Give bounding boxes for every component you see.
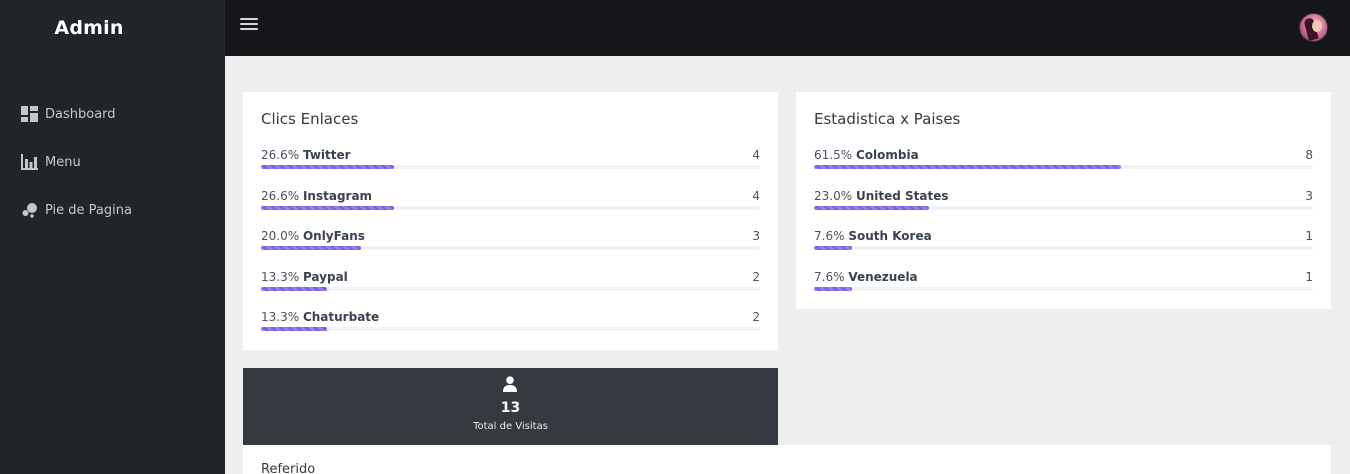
- progress-bar: [814, 165, 1121, 169]
- row-count: 1: [1305, 229, 1313, 243]
- progress-track: [261, 206, 760, 210]
- progress-track: [261, 246, 760, 250]
- row-name: South Korea: [848, 229, 932, 243]
- row-percent: 13.3%: [261, 310, 300, 324]
- progress-bar: [261, 165, 394, 169]
- user-avatar[interactable]: [1299, 13, 1328, 42]
- row-name: Twitter: [302, 148, 351, 162]
- total-visits-value: 13: [500, 400, 521, 416]
- progress-track: [261, 165, 760, 169]
- row-name: Instagram: [302, 189, 373, 203]
- card-title: Referido: [261, 462, 316, 474]
- row-label: 61.5% Colombia: [814, 148, 919, 162]
- total-visits-label: Total de Visitas: [473, 421, 548, 432]
- top-navbar: [225, 0, 1350, 56]
- card-title: Clics Enlaces: [261, 110, 359, 128]
- row-name: Colombia: [855, 148, 919, 162]
- bar-chart-icon: [20, 153, 38, 171]
- row-percent: 13.3%: [261, 270, 300, 284]
- referido-card: Referido: [243, 445, 1331, 474]
- row-name: Paypal: [302, 270, 348, 284]
- sidebar-item-menu[interactable]: Menu: [0, 138, 225, 186]
- row-percent: 23.0%: [814, 189, 853, 203]
- row-percent: 20.0%: [261, 229, 300, 243]
- progress-track: [814, 165, 1313, 169]
- progress-row: 13.3% Paypal 2: [261, 270, 760, 296]
- hamburger-icon[interactable]: [240, 18, 258, 34]
- row-name: Venezuela: [848, 270, 918, 284]
- row-percent: 26.6%: [261, 189, 300, 203]
- progress-bar: [261, 246, 361, 250]
- bubbles-icon: [20, 201, 38, 219]
- row-name: Chaturbate: [302, 310, 380, 324]
- estadistica-paises-card: Estadistica x Paises 61.5% Colombia 8 23…: [796, 92, 1331, 309]
- progress-row: 26.6% Twitter 4: [261, 148, 760, 174]
- progress-row: 13.3% Chaturbate 2: [261, 310, 760, 336]
- row-count: 2: [752, 310, 760, 324]
- dashboard-icon: [20, 105, 38, 123]
- row-count: 4: [752, 148, 760, 162]
- row-label: 26.6% Twitter: [261, 148, 351, 162]
- card-title: Estadistica x Paises: [814, 110, 961, 128]
- row-count: 4: [752, 189, 760, 203]
- progress-row: 20.0% OnlyFans 3: [261, 229, 760, 255]
- row-label: 13.3% Paypal: [261, 270, 348, 284]
- row-name: OnlyFans: [302, 229, 365, 243]
- progress-track: [814, 246, 1313, 250]
- row-percent: 26.6%: [261, 148, 300, 162]
- progress-track: [261, 327, 760, 331]
- row-percent: 7.6%: [814, 229, 845, 243]
- progress-row: 61.5% Colombia 8: [814, 148, 1313, 174]
- brand-title[interactable]: Admin: [0, 0, 225, 56]
- row-percent: 7.6%: [814, 270, 845, 284]
- row-count: 1: [1305, 270, 1313, 284]
- progress-row: 7.6% South Korea 1: [814, 229, 1313, 255]
- progress-bar: [814, 246, 852, 250]
- row-label: 20.0% OnlyFans: [261, 229, 365, 243]
- row-count: 2: [752, 270, 760, 284]
- clics-enlaces-card: Clics Enlaces 26.6% Twitter 4 26.6% Inst…: [243, 92, 778, 350]
- row-count: 8: [1305, 148, 1313, 162]
- row-name: United States: [855, 189, 949, 203]
- sidebar-nav: Dashboard Menu Pie de Pagina: [0, 90, 225, 234]
- sidebar-item-label: Dashboard: [45, 106, 116, 122]
- row-label: 23.0% United States: [814, 189, 949, 203]
- total-visits-card: 13 Total de Visitas: [243, 368, 778, 445]
- progress-track: [814, 206, 1313, 210]
- row-label: 26.6% Instagram: [261, 189, 372, 203]
- sidebar-item-dashboard[interactable]: Dashboard: [0, 90, 225, 138]
- progress-bar: [814, 206, 929, 210]
- row-label: 7.6% Venezuela: [814, 270, 918, 284]
- progress-row: 23.0% United States 3: [814, 189, 1313, 215]
- sidebar-item-label: Menu: [45, 154, 81, 170]
- progress-row: 7.6% Venezuela 1: [814, 270, 1313, 296]
- user-icon: [502, 376, 518, 392]
- row-count: 3: [752, 229, 760, 243]
- row-label: 13.3% Chaturbate: [261, 310, 379, 324]
- progress-bar: [814, 287, 852, 291]
- progress-track: [261, 287, 760, 291]
- sidebar-item-label: Pie de Pagina: [45, 202, 132, 218]
- progress-bar: [261, 287, 328, 291]
- row-percent: 61.5%: [814, 148, 853, 162]
- progress-track: [814, 287, 1313, 291]
- row-count: 3: [1305, 189, 1313, 203]
- progress-row: 26.6% Instagram 4: [261, 189, 760, 215]
- sidebar-item-pie-de-pagina[interactable]: Pie de Pagina: [0, 186, 225, 234]
- progress-bar: [261, 206, 394, 210]
- row-label: 7.6% South Korea: [814, 229, 932, 243]
- progress-bar: [261, 327, 328, 331]
- sidebar: Admin Dashboard Menu Pie de Pagina: [0, 0, 225, 474]
